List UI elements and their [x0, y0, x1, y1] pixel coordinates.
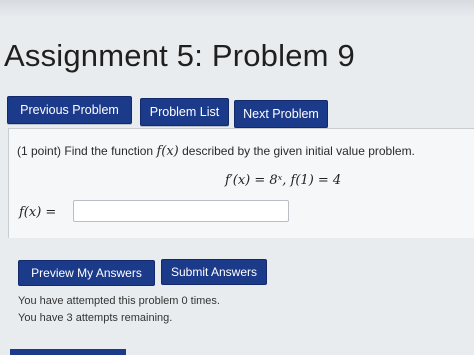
attempts-remaining: You have 3 attempts remaining. [18, 312, 173, 324]
page-title: Assignment 5: Problem 9 [4, 38, 355, 73]
top-strip [0, 0, 474, 18]
prompt-after: described by the given initial value pro… [182, 144, 415, 158]
attempts-status: You have attempted this problem 0 times. [18, 295, 220, 307]
initial-value-equation: f′(x) = 8ˣ, f(1) = 4 [225, 173, 342, 188]
answer-input[interactable] [73, 200, 289, 222]
previous-problem-button[interactable]: Previous Problem [7, 96, 132, 124]
submit-answers-button[interactable]: Submit Answers [161, 259, 267, 285]
problem-box: (1 point) Find the function f(x) describ… [8, 128, 474, 238]
next-problem-button[interactable]: Next Problem [234, 100, 328, 128]
answer-label: f(x) = [19, 205, 57, 220]
preview-answers-button[interactable]: Preview My Answers [18, 260, 155, 286]
prompt-before: Find the function [64, 144, 154, 158]
function-symbol: f(x) [156, 144, 179, 159]
bottom-button-edge [10, 349, 126, 355]
points-label: (1 point) [17, 144, 62, 158]
problem-statement: (1 point) Find the function f(x) describ… [17, 144, 415, 159]
problem-list-button[interactable]: Problem List [140, 98, 229, 126]
